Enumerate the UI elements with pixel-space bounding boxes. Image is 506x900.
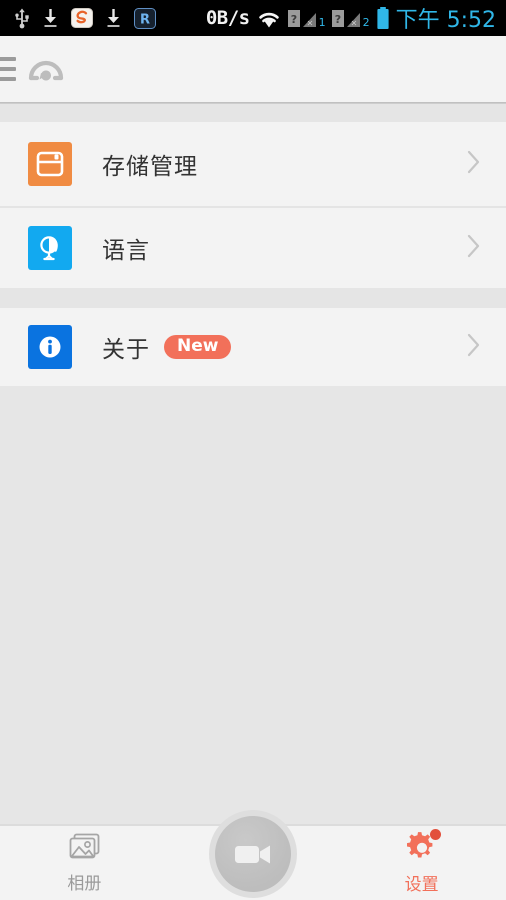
app-bar: [0, 36, 506, 102]
tab-album-label: 相册: [67, 874, 102, 894]
settings-row-about[interactable]: 关于 New: [0, 308, 506, 386]
video-camera-icon: [235, 845, 270, 864]
gallery-icon: [69, 833, 100, 859]
settings-row-label: 语言: [102, 238, 150, 264]
settings-row-storage[interactable]: 存储管理: [0, 122, 506, 206]
sim1-label: 1: [318, 15, 326, 29]
sogou-icon: [71, 8, 93, 28]
settings-row-language[interactable]: 语言: [0, 208, 506, 288]
status-bar-left-icons: R: [0, 7, 156, 29]
bottom-tab-bar: 相册 设置: [0, 810, 506, 900]
chevron-right-icon: [466, 149, 482, 179]
wifi-icon: [258, 12, 279, 27]
notification-dot: [429, 829, 441, 840]
network-speed: 0B/s: [205, 7, 250, 29]
status-bar-clock: 下午 5:52: [395, 8, 496, 33]
usb-icon: [15, 8, 29, 29]
gear-icon: [405, 829, 441, 865]
record-button[interactable]: [209, 810, 297, 898]
sim-no-signal-icon: ? ×: [287, 9, 316, 27]
record-button-inner: [215, 816, 291, 892]
svg-text:×: ×: [306, 18, 313, 27]
tab-settings[interactable]: 设置: [337, 826, 506, 900]
sim-no-signal-icon: ? ×: [331, 9, 360, 27]
tab-album[interactable]: 相册: [0, 826, 169, 900]
download-icon: [107, 9, 120, 27]
sim2-indicator: ? × 2: [331, 8, 370, 29]
status-bar: R 0B/s ? × 1 ? × 2 下午 5:52: [0, 0, 506, 36]
hamburger-menu-icon[interactable]: [0, 57, 16, 81]
new-badge: New: [164, 335, 232, 359]
sim2-label: 2: [362, 15, 370, 29]
download-icon: [44, 9, 57, 27]
tab-settings-label: 设置: [404, 875, 439, 895]
chevron-right-icon: [466, 332, 482, 362]
info-icon: [28, 325, 72, 369]
settings-row-label: 存储管理: [102, 154, 198, 180]
section-gap-top: [0, 104, 506, 122]
sim1-indicator: ? × 1: [287, 8, 326, 29]
svg-text:?: ?: [290, 13, 296, 26]
r-app-icon: R: [134, 7, 156, 29]
svg-text:?: ?: [334, 13, 340, 26]
storage-floppy-icon: [28, 142, 72, 186]
globe-icon: [28, 226, 72, 270]
svg-text:R: R: [140, 12, 150, 27]
section-gap-middle: [0, 288, 506, 308]
gauge-logo-icon[interactable]: [26, 49, 66, 89]
settings-row-label: 关于: [102, 337, 150, 363]
battery-icon: [376, 6, 389, 29]
chevron-right-icon: [466, 233, 482, 263]
svg-text:×: ×: [350, 18, 357, 27]
app-screen: R 0B/s ? × 1 ? × 2 下午 5:52 存储管理 语言 关于 Ne…: [0, 0, 506, 900]
status-bar-right-icons: 0B/s ? × 1 ? × 2 下午 5:52: [206, 2, 506, 34]
